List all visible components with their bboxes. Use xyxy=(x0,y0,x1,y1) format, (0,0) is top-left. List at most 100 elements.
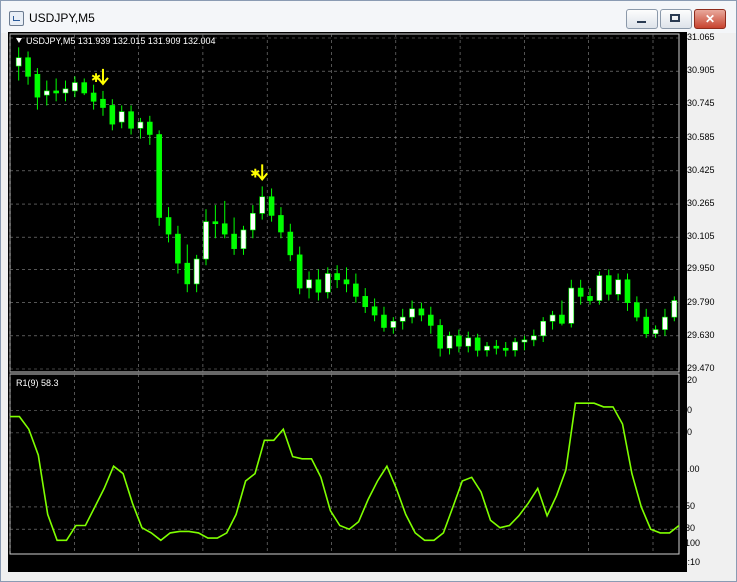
candle-body xyxy=(596,275,603,301)
candle-body xyxy=(306,279,312,289)
candle-body xyxy=(652,329,659,335)
price-axis-label: 130.425 xyxy=(682,164,715,175)
candle-body xyxy=(521,339,528,343)
candle-body xyxy=(531,335,537,341)
indicator-axis-label: -100 xyxy=(682,538,701,548)
candle-body xyxy=(34,74,41,98)
candle-body xyxy=(568,287,575,324)
price-axis-label: 129.790 xyxy=(682,296,715,307)
indicator-axis-label: 50 xyxy=(682,426,693,437)
price-axis-label: 130.905 xyxy=(682,65,715,76)
candle-body xyxy=(137,121,144,129)
candle-body xyxy=(624,279,631,303)
indicator-header: R1(9) 58.3 xyxy=(16,378,59,388)
candle-body xyxy=(512,341,518,351)
time-axis-label: 3 Jan 06:50 xyxy=(524,557,572,567)
time-axis-label: 3 Jan 08:10 xyxy=(653,557,701,567)
candle-body xyxy=(184,262,191,285)
price-axis-label: 129.630 xyxy=(682,329,715,340)
candle-body xyxy=(72,82,78,92)
candle-body xyxy=(81,82,88,94)
chart-svg: ✱✱ xyxy=(9,33,680,555)
candle-body xyxy=(540,320,546,337)
candle-body xyxy=(409,308,415,318)
indicator-line xyxy=(10,402,680,542)
candle-body xyxy=(559,314,565,324)
candle-body xyxy=(165,217,172,235)
candle-body xyxy=(296,254,303,289)
candle-body xyxy=(353,283,359,297)
candle-body xyxy=(390,320,397,328)
candle-body xyxy=(109,105,116,125)
candle-body xyxy=(587,296,593,301)
chart-header: USDJPY,M5 131.939 132.015 131.909 132.00… xyxy=(16,36,215,46)
candle-body xyxy=(662,316,668,330)
candle-body xyxy=(465,337,472,347)
main-pane-frame xyxy=(9,33,680,373)
candle-body xyxy=(118,111,125,123)
collapse-triangle-icon[interactable] xyxy=(16,38,22,43)
candle-body xyxy=(343,279,350,285)
signal-star-icon: ✱ xyxy=(250,166,260,180)
candle-body xyxy=(362,296,369,308)
time-axis-label: 3 Jan 2023 xyxy=(10,557,55,567)
candle-body xyxy=(446,335,453,349)
candle-body xyxy=(278,215,284,233)
time-axis-label: 3 Jan 03:30 xyxy=(202,557,250,567)
candle-body xyxy=(203,221,209,260)
candle-body xyxy=(334,273,340,281)
price-axis-label: 130.105 xyxy=(682,231,715,242)
price-axis-label: 129.470 xyxy=(682,363,715,373)
candle-body xyxy=(128,111,134,129)
time-axis-label: 3 Jan 05:30 xyxy=(395,557,443,567)
candle-body xyxy=(315,279,322,293)
signal-star-icon: ✱ xyxy=(91,71,101,85)
candle-body xyxy=(549,314,556,322)
price-axis-label: 130.585 xyxy=(682,131,715,142)
candle-body xyxy=(605,275,612,295)
candle-body xyxy=(577,287,584,297)
candle-body xyxy=(399,316,406,322)
candle-body xyxy=(250,213,256,231)
candle-body xyxy=(25,57,31,77)
candle-body xyxy=(268,196,275,216)
price-axis-label: 130.265 xyxy=(682,198,715,209)
candle-body xyxy=(502,347,509,351)
price-axis-label: 130.745 xyxy=(682,98,715,109)
time-axis-label: 3 Jan 07:30 xyxy=(588,557,636,567)
candle-body xyxy=(90,92,97,102)
candle-body xyxy=(221,223,228,235)
candle-body xyxy=(287,231,294,256)
candle-body xyxy=(62,88,69,94)
time-axis-label: 3 Jan 02:50 xyxy=(138,557,186,567)
candle-body xyxy=(175,233,181,264)
candle-body xyxy=(100,98,106,108)
candle-body xyxy=(193,258,200,285)
time-axis-label: 3 Jan 02:10 xyxy=(74,557,122,567)
time-axis-label: 3 Jan 04:10 xyxy=(267,557,315,567)
candle-body xyxy=(147,121,153,135)
indicator-axis-label: -50 xyxy=(682,500,696,511)
candle-body xyxy=(493,345,500,349)
candle-body xyxy=(212,221,219,225)
candle-body xyxy=(381,314,387,328)
candle-body xyxy=(53,90,59,94)
candle-body xyxy=(427,314,434,326)
candle-body xyxy=(231,233,237,249)
price-axis-label: 131.065 xyxy=(682,32,715,42)
indicator-axis-label: 0.00 xyxy=(682,463,700,474)
chart-header-text: USDJPY,M5 131.939 132.015 131.909 132.00… xyxy=(26,36,216,46)
candle-body xyxy=(456,335,462,347)
indicator-axis-label: -80 xyxy=(682,523,696,534)
candle-body xyxy=(259,196,266,214)
candle-body xyxy=(643,316,650,335)
candle-body xyxy=(15,57,22,67)
candle-body xyxy=(43,90,50,96)
candle-body xyxy=(418,308,425,316)
indicator-axis-label: 80 xyxy=(682,404,693,415)
candle-body xyxy=(615,279,621,295)
candle-body xyxy=(371,306,378,316)
time-axis-label: 3 Jan 04:50 xyxy=(331,557,379,567)
candle-body xyxy=(324,273,331,293)
candle-body xyxy=(484,345,490,351)
